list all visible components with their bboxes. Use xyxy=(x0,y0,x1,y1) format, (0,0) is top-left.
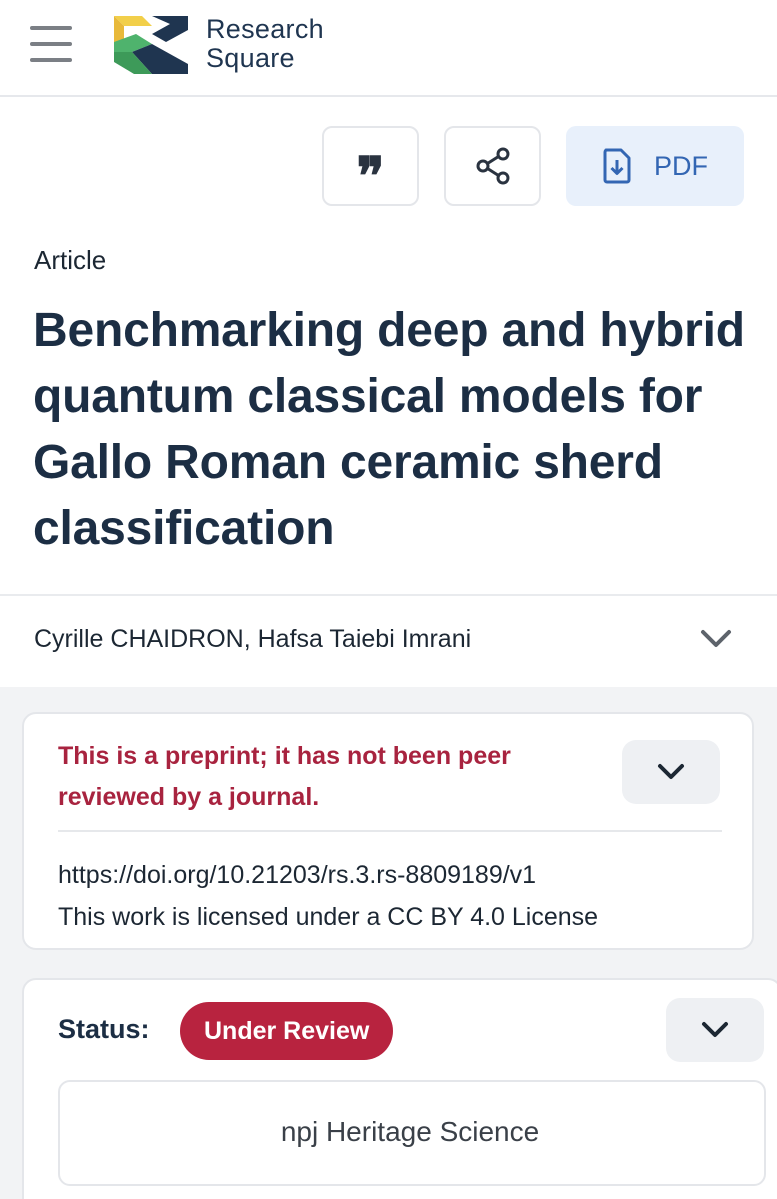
cite-button[interactable]: ❞ xyxy=(322,126,419,206)
expand-status-button[interactable] xyxy=(666,998,764,1062)
preprint-notice-card: This is a preprint; it has not been peer… xyxy=(22,712,754,950)
author-list[interactable]: Cyrille CHAIDRON, Hafsa Taiebi Imrani xyxy=(34,625,471,654)
status-label: Status: xyxy=(58,1014,150,1044)
page: Research Square ❞ PDF Article Benchmarki… xyxy=(0,0,777,1199)
brand-line-1: Research xyxy=(206,14,324,44)
pdf-download-button[interactable]: PDF xyxy=(566,126,744,206)
hamburger-menu-icon[interactable] xyxy=(30,26,72,62)
research-square-logo[interactable]: Research Square xyxy=(112,12,324,76)
brand-line-2: Square xyxy=(206,43,295,73)
share-button[interactable] xyxy=(444,126,541,206)
chevron-down-icon[interactable] xyxy=(700,628,732,650)
chevron-down-icon xyxy=(658,764,684,779)
quote-icon: ❞ xyxy=(356,146,385,207)
preprint-notice: This is a preprint; it has not been peer… xyxy=(58,742,511,811)
journal-box[interactable]: npj Heritage Science xyxy=(58,1080,766,1186)
chevron-down-icon xyxy=(702,1022,728,1037)
divider xyxy=(0,594,777,596)
license-text[interactable]: This work is licensed under a CC BY 4.0 … xyxy=(58,896,598,938)
article-title: Benchmarking deep and hybrid quantum cla… xyxy=(33,304,745,555)
logo-mark-icon xyxy=(114,16,188,74)
card-divider xyxy=(58,830,722,832)
top-bar: Research Square xyxy=(0,0,777,97)
status-badge: Under Review xyxy=(180,1002,394,1060)
pdf-label: PDF xyxy=(654,150,708,181)
share-icon xyxy=(476,147,509,185)
brand-name: Research Square xyxy=(206,15,324,73)
expand-preprint-button[interactable] xyxy=(622,740,720,804)
journal-name: npj Heritage Science xyxy=(280,1116,540,1147)
article-type: Article xyxy=(34,245,107,275)
doi-link[interactable]: https://doi.org/10.21203/rs.3.rs-8809189… xyxy=(58,854,536,896)
status-card: Status: Under Review npj Heritage Scienc… xyxy=(22,978,777,1199)
file-download-icon xyxy=(603,148,631,184)
